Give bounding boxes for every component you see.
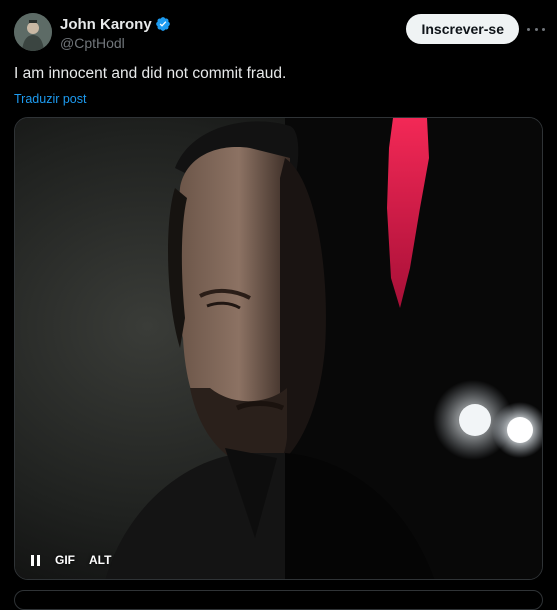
tweet-text: I am innocent and did not commit fraud.	[14, 65, 287, 82]
author-display-name[interactable]: John Karony	[60, 16, 152, 33]
pause-icon[interactable]	[31, 554, 41, 566]
tweet-header: John Karony @CptHodl Inscrever-se	[14, 13, 545, 53]
next-card-edge	[14, 590, 543, 610]
subscribe-button[interactable]: Inscrever-se	[406, 14, 519, 44]
verified-badge-icon	[155, 16, 171, 32]
author-handle[interactable]: @CptHodl	[60, 35, 171, 51]
gif-badge: GIF	[55, 553, 75, 567]
more-horizontal-icon[interactable]	[527, 21, 545, 37]
alt-text-button[interactable]: ALT	[89, 553, 111, 567]
avatar[interactable]	[14, 13, 52, 51]
translate-post-link[interactable]: Traduzir post	[14, 92, 86, 106]
author-info: John Karony @CptHodl	[60, 14, 171, 51]
tweet-media-gif[interactable]: GIF ALT	[14, 117, 543, 580]
media-controls: GIF ALT	[31, 553, 111, 567]
